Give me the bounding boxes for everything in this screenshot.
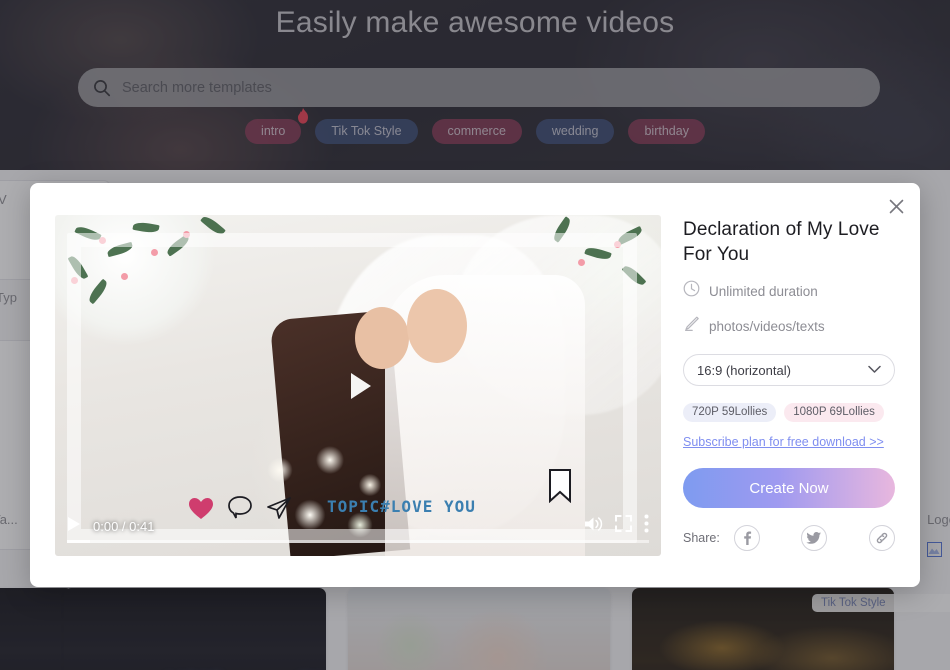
template-title: Declaration of My Love For You xyxy=(683,217,895,267)
chevron-down-icon xyxy=(868,361,881,379)
duration-label: Unlimited duration xyxy=(709,284,818,299)
share-label: Share: xyxy=(683,531,720,545)
pencil-icon xyxy=(683,315,700,337)
close-icon[interactable] xyxy=(883,193,909,219)
share-link-button[interactable] xyxy=(869,525,895,551)
video-progress-filled xyxy=(67,540,90,543)
play-icon[interactable] xyxy=(67,516,81,537)
share-row: Share: xyxy=(683,525,895,551)
template-preview-modal: TOPIC#LOVE YOU xyxy=(30,183,920,587)
media-types-label: photos/videos/texts xyxy=(709,319,825,334)
media-types-row: photos/videos/texts xyxy=(683,315,895,337)
quality-badge-1080[interactable]: 1080P 69Lollies xyxy=(784,403,884,422)
video-play-overlay-button[interactable] xyxy=(333,361,383,411)
template-details-panel: Declaration of My Love For You Unlimited… xyxy=(683,217,895,551)
aspect-ratio-value: 16:9 (horizontal) xyxy=(697,363,868,378)
clock-icon xyxy=(683,280,700,302)
aspect-ratio-select[interactable]: 16:9 (horizontal) xyxy=(683,354,895,386)
video-time-display: 0:00 / 0:41 xyxy=(93,519,154,534)
share-twitter-button[interactable] xyxy=(801,525,827,551)
subscribe-plan-link[interactable]: Subscribe plan for free download >> xyxy=(683,435,884,449)
quality-badge-list: 720P 59Lollies 1080P 69Lollies xyxy=(683,403,895,422)
video-progress-bar[interactable] xyxy=(67,540,649,543)
quality-badge-720[interactable]: 720P 59Lollies xyxy=(683,403,776,422)
page-root: Easily make awesome videos intro xyxy=(0,0,950,670)
video-preview[interactable]: TOPIC#LOVE YOU xyxy=(55,215,661,556)
duration-row: Unlimited duration xyxy=(683,280,895,302)
twitter-icon xyxy=(806,530,822,546)
link-icon xyxy=(874,530,890,546)
volume-icon[interactable] xyxy=(583,515,603,538)
create-now-button[interactable]: Create Now xyxy=(683,468,895,508)
video-controls: 0:00 / 0:41 xyxy=(55,496,661,556)
more-options-icon[interactable] xyxy=(644,514,649,538)
facebook-icon xyxy=(739,530,755,546)
share-facebook-button[interactable] xyxy=(734,525,760,551)
fullscreen-icon[interactable] xyxy=(615,515,632,537)
